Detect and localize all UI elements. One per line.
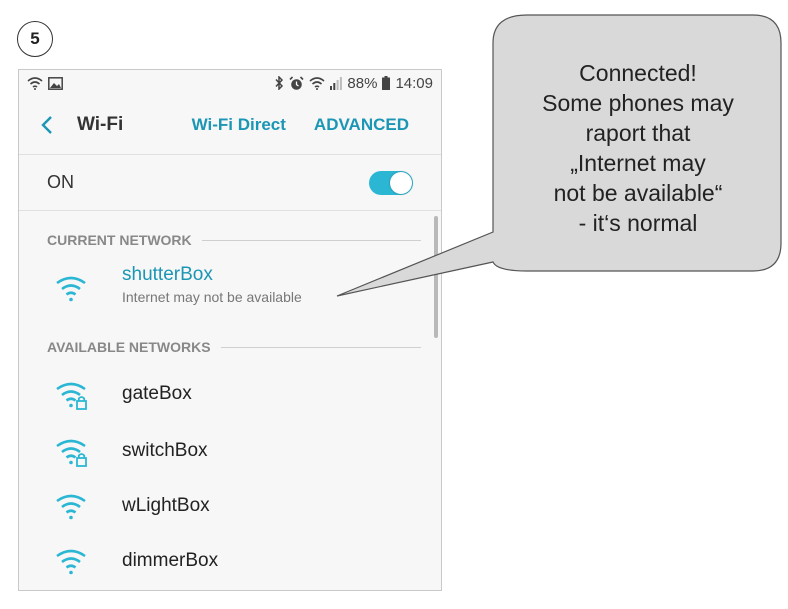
callout-line: - it‘s normal <box>578 210 698 236</box>
callout-line: not be available“ <box>553 180 723 206</box>
callout-text: Connected! Some phones may raport that „… <box>500 58 776 238</box>
callout-line: Connected! <box>579 60 697 86</box>
callout-line: raport that <box>585 120 691 146</box>
callout-line: „Internet may <box>570 150 706 176</box>
callout-line: Some phones may <box>542 90 734 116</box>
